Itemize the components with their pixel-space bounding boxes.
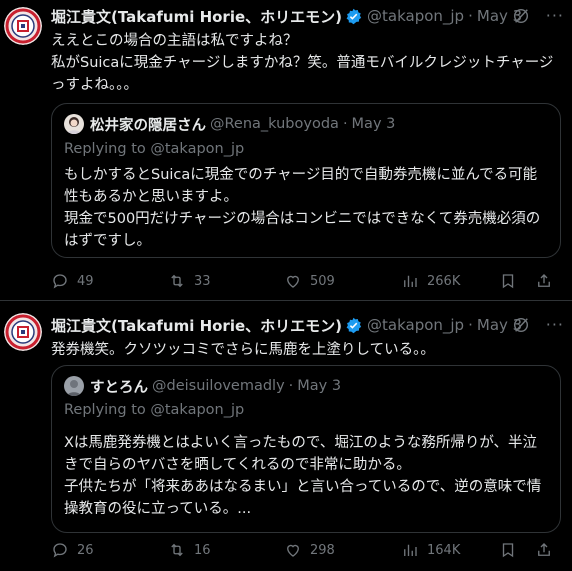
reply-icon (53, 274, 67, 289)
author-avatar[interactable] (4, 313, 42, 351)
replying-to: Replying to @takapon_jp (64, 402, 245, 418)
separator-dot: · (468, 7, 473, 25)
tweet[interactable]: 堀江貴文(Takafumi Horie、ホリエモン) @takapon_jp ·… (0, 0, 572, 301)
quote-author-name: すとろん (90, 379, 148, 396)
reply-button[interactable]: 26 (51, 541, 94, 559)
tweet-text: 発券機笑。クソツッコミでさらに馬鹿を上塗りしている。。 (51, 342, 435, 358)
reply-icon (53, 543, 67, 558)
heart-icon (287, 275, 299, 288)
like-count: 298 (310, 542, 335, 558)
author-name[interactable]: 堀江貴文(Takafumi Horie、ホリエモン) (51, 315, 342, 336)
views-icon (404, 275, 417, 287)
like-button[interactable]: 298 (284, 541, 335, 559)
like-button[interactable]: 509 (284, 272, 335, 290)
quote-author-handle: @deisuilovemadly (152, 378, 285, 394)
share-button[interactable] (535, 541, 553, 563)
bookmark-button[interactable] (499, 272, 517, 294)
reply-count: 49 (77, 273, 94, 289)
quote-text: Xは馬鹿発券機とはよいく言ったもので、堀江のような務所帰りが、半泣きで自らのヤバ… (64, 435, 542, 517)
tweet[interactable]: 堀江貴文(Takafumi Horie、ホリエモン) @takapon_jp ·… (0, 301, 572, 571)
separator-dot: · (468, 316, 473, 334)
quote-date: May 3 (297, 378, 342, 394)
author-avatar[interactable] (4, 7, 42, 45)
quoted-tweet[interactable]: 松井家の隠居さん @Rena_kuboyoda · May 3 Replying… (51, 103, 561, 258)
repost-icon (171, 274, 183, 288)
verified-badge-icon (346, 317, 362, 333)
share-button[interactable] (535, 272, 553, 294)
tweet-text: ええとこの場合の主語は私ですよね？ 私がSuicaに現金チャージしますかね？笑。… (51, 33, 554, 93)
quote-author-name: 松井家の隠居さん (90, 117, 206, 134)
reply-button[interactable]: 49 (51, 272, 94, 290)
grok-icon[interactable] (512, 7, 530, 25)
quote-text: もしかするとSuicaに現金でのチャージ目的で自動券売機に並んでる可能性もあるか… (64, 167, 541, 249)
repost-count: 33 (194, 273, 211, 289)
repost-button[interactable]: 33 (168, 272, 211, 290)
repost-count: 16 (194, 542, 211, 558)
replying-to: Replying to @takapon_jp (64, 141, 245, 157)
bookmark-button[interactable] (499, 541, 517, 563)
views-button[interactable]: 164K (401, 541, 460, 559)
author-handle[interactable]: @takapon_jp (367, 7, 464, 25)
author-name[interactable]: 堀江貴文(Takafumi Horie、ホリエモン) (51, 6, 342, 27)
quoted-tweet[interactable]: すとろん @deisuilovemadly · May 3 Replying t… (51, 365, 561, 533)
bookmark-icon (502, 274, 514, 289)
view-count: 266K (427, 273, 461, 289)
quote-author-avatar (64, 114, 84, 134)
heart-icon (287, 544, 299, 557)
view-count: 164K (427, 542, 461, 558)
share-icon (538, 274, 550, 287)
quote-date: May 3 (351, 116, 396, 132)
more-options-icon[interactable]: ··· (546, 315, 564, 334)
like-count: 509 (310, 273, 335, 289)
more-options-icon[interactable]: ··· (546, 6, 564, 25)
repost-button[interactable]: 16 (168, 541, 211, 559)
author-handle[interactable]: @takapon_jp (367, 316, 464, 334)
quote-author-handle: @Rena_kuboyoda (210, 116, 339, 132)
views-icon (404, 544, 417, 556)
grok-icon[interactable] (512, 316, 530, 334)
verified-badge-icon (346, 8, 362, 24)
separator-dot: · (342, 116, 348, 132)
share-icon (538, 543, 550, 556)
reply-count: 26 (77, 542, 94, 558)
separator-dot: · (288, 378, 294, 394)
repost-icon (171, 543, 183, 557)
quote-author-avatar (64, 376, 84, 396)
views-button[interactable]: 266K (401, 272, 460, 290)
bookmark-icon (502, 543, 514, 558)
